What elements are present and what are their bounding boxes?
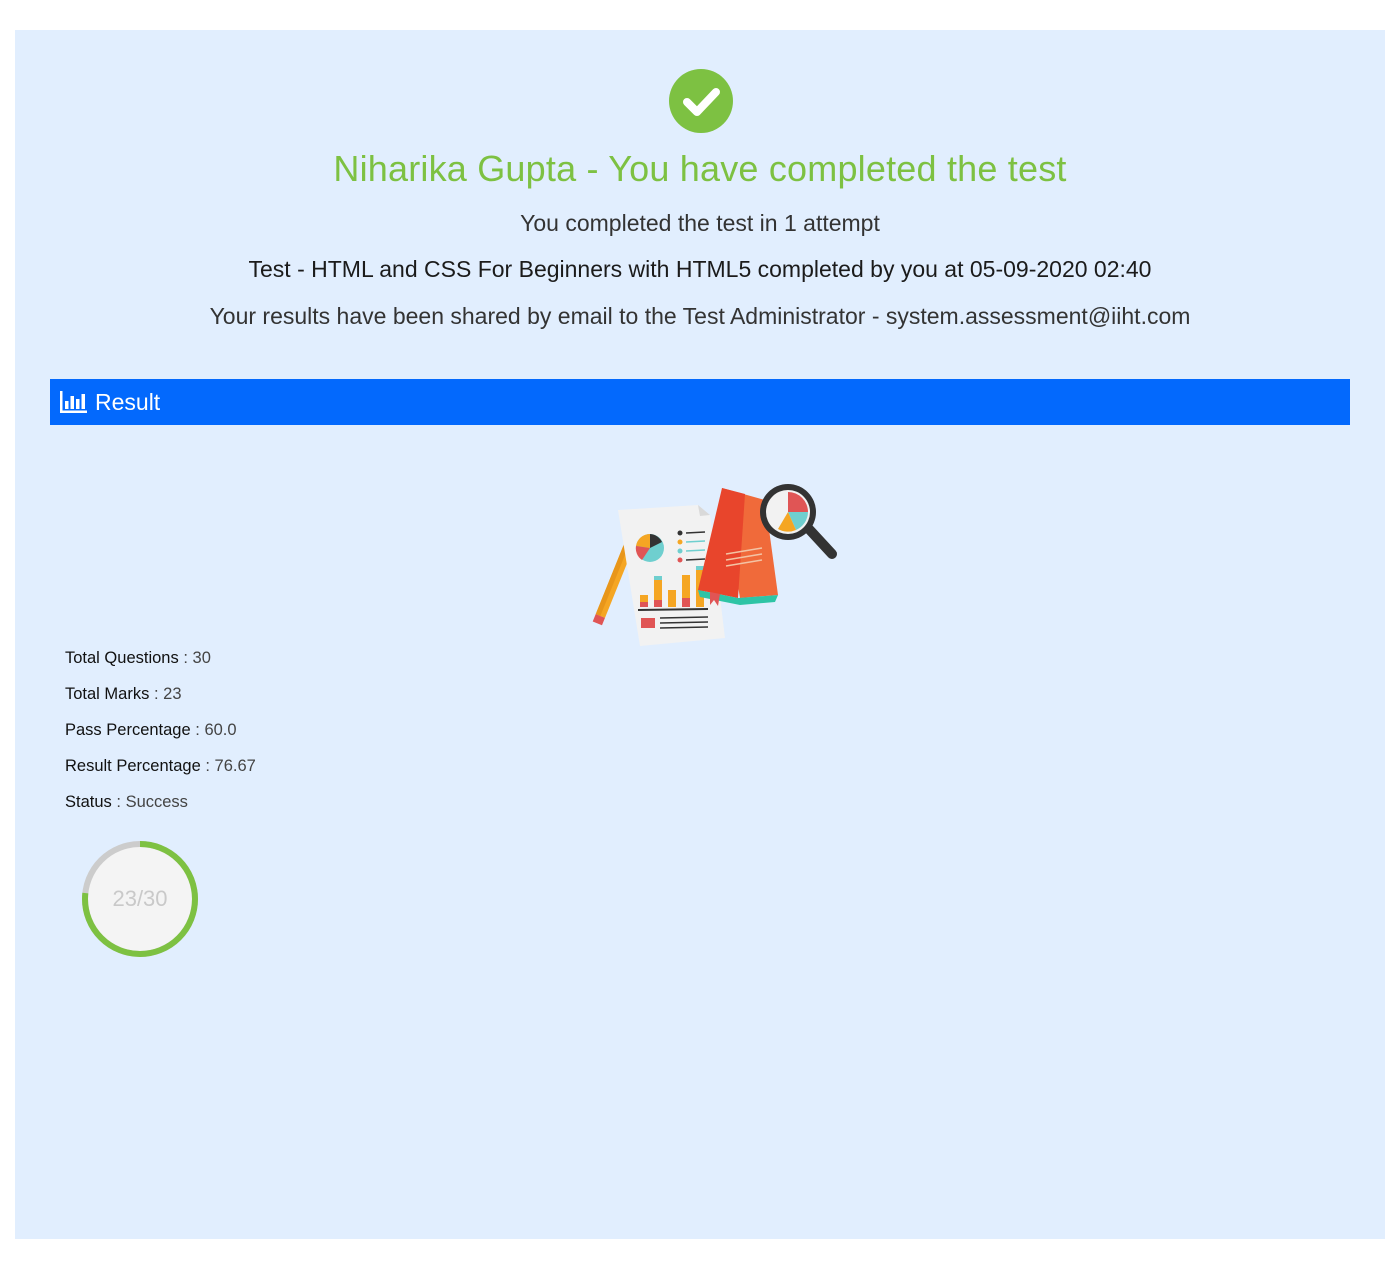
stats-list: Total Questions : 30 Total Marks : 23 Pa… [65,646,256,826]
stat-value: Success [125,793,188,811]
stat-separator: : [205,757,210,775]
email-info-text: Your results have been shared by email t… [209,303,1191,329]
stat-separator: : [116,793,121,811]
stat-result-percentage: Result Percentage : 76.67 [65,754,256,790]
stat-status: Status : Success [65,790,256,826]
stat-separator: : [195,721,200,739]
bar-chart-icon [60,391,87,413]
stat-key: Total Marks [65,685,150,703]
stat-pass-percentage: Pass Percentage : 60.0 [65,718,256,754]
stat-key: Total Questions [65,649,179,667]
stat-value: 23 [163,685,182,703]
stat-key: Result Percentage [65,757,201,775]
stat-separator: : [183,649,188,667]
test-info-text: Test - HTML and CSS For Beginners with H… [248,256,1152,282]
check-circle-icon [669,69,733,133]
stat-key: Status [65,793,112,811]
report-illustration [592,484,837,646]
stat-separator: : [153,685,159,703]
page-title: Niharika Gupta - You have completed the … [333,148,1067,189]
stat-value: 60.0 [204,721,237,739]
stat-value: 30 [192,649,211,667]
score-text: 23/30 [112,886,168,911]
result-header-label: Result [95,388,161,415]
result-header-bar: Result [50,379,1350,425]
stat-value: 76.67 [214,757,256,775]
stat-key: Pass Percentage [65,721,191,739]
results-panel: Niharika Gupta - You have completed the … [15,30,1385,1239]
stat-total-questions: Total Questions : 30 [65,646,256,682]
attempt-text: You completed the test in 1 attempt [520,210,880,236]
stat-total-marks: Total Marks : 23 [65,682,256,718]
